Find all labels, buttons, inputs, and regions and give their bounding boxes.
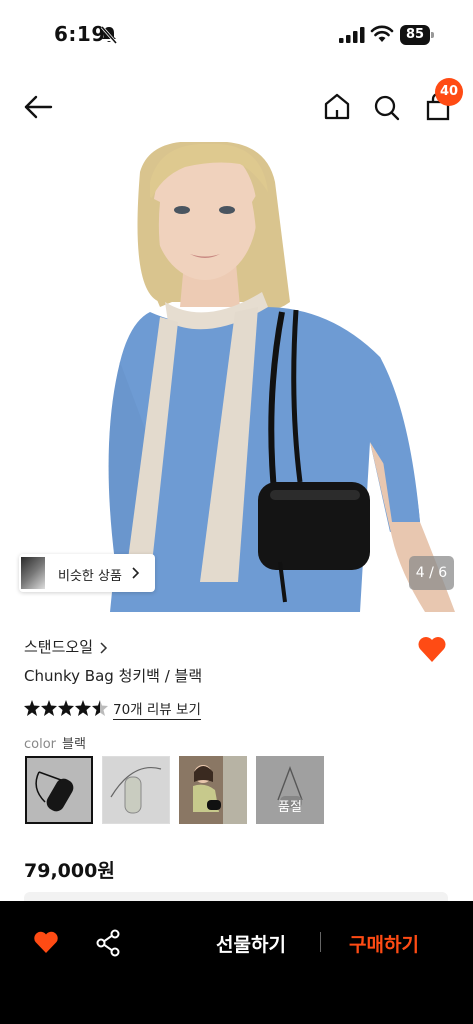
status-bar: 6:19 85 — [0, 0, 473, 70]
price: 79,000원 — [24, 860, 115, 882]
brand-link[interactable]: 스탠드오일 — [24, 636, 109, 657]
wifi-icon — [370, 25, 394, 42]
color-value: 블랙 — [62, 737, 86, 752]
gift-button[interactable]: 선물하기 — [216, 930, 286, 957]
cart-count-badge: 40 — [435, 78, 463, 106]
swatch-model-photo[interactable] — [179, 756, 247, 824]
wishlist-heart-icon[interactable] — [417, 635, 447, 663]
review-link[interactable]: 70개 리뷰 보기 — [113, 698, 201, 720]
share-icon[interactable] — [95, 929, 121, 957]
model-thumbnail — [179, 756, 247, 824]
model-photo-illustration — [108, 142, 455, 612]
battery-tip — [431, 32, 434, 38]
swatch-bluegreen-bag[interactable] — [102, 756, 170, 824]
star-icon — [58, 700, 74, 716]
image-pager: 4 / 6 — [409, 556, 454, 590]
color-label: color — [24, 737, 57, 752]
star-icon — [24, 700, 40, 716]
buy-button[interactable]: 구매하기 — [349, 930, 419, 957]
star-icon — [75, 700, 91, 716]
search-icon[interactable] — [372, 91, 402, 123]
brand-name: 스탠드오일 — [24, 638, 94, 656]
back-arrow-icon[interactable] — [22, 92, 54, 122]
cellular-signal-icon — [339, 27, 365, 43]
star-icon — [41, 700, 57, 716]
swatch-gray-bag-soldout[interactable]: 품절 — [256, 756, 324, 824]
swatch-black-bag[interactable] — [25, 756, 93, 824]
similar-thumb — [21, 557, 45, 589]
half-star-icon — [92, 700, 108, 716]
silent-bell-icon — [100, 26, 118, 44]
chevron-right-icon — [132, 567, 140, 579]
similar-products-button[interactable]: 비슷한 상품 — [19, 554, 155, 592]
product-image[interactable]: 비슷한 상품 4 / 6 — [0, 142, 473, 612]
heart-icon[interactable] — [33, 930, 59, 954]
divider — [320, 932, 321, 952]
sold-out-label: 품절 — [278, 800, 302, 815]
color-row: color 블랙 — [24, 733, 86, 752]
battery-icon: 85 — [400, 25, 434, 45]
battery-level: 85 — [400, 25, 430, 45]
product-title: Chunky Bag 청키백 / 블랙 — [24, 667, 203, 685]
chevron-right-icon — [100, 641, 108, 654]
similar-products-label: 비슷한 상품 — [58, 569, 122, 584]
bag-thumbnail — [110, 767, 162, 814]
status-time: 6:19 — [54, 22, 106, 46]
bottom-action-bar — [0, 901, 473, 1024]
bag-thumbnail — [35, 771, 74, 812]
home-icon[interactable] — [322, 91, 352, 123]
rating-stars — [24, 700, 108, 716]
